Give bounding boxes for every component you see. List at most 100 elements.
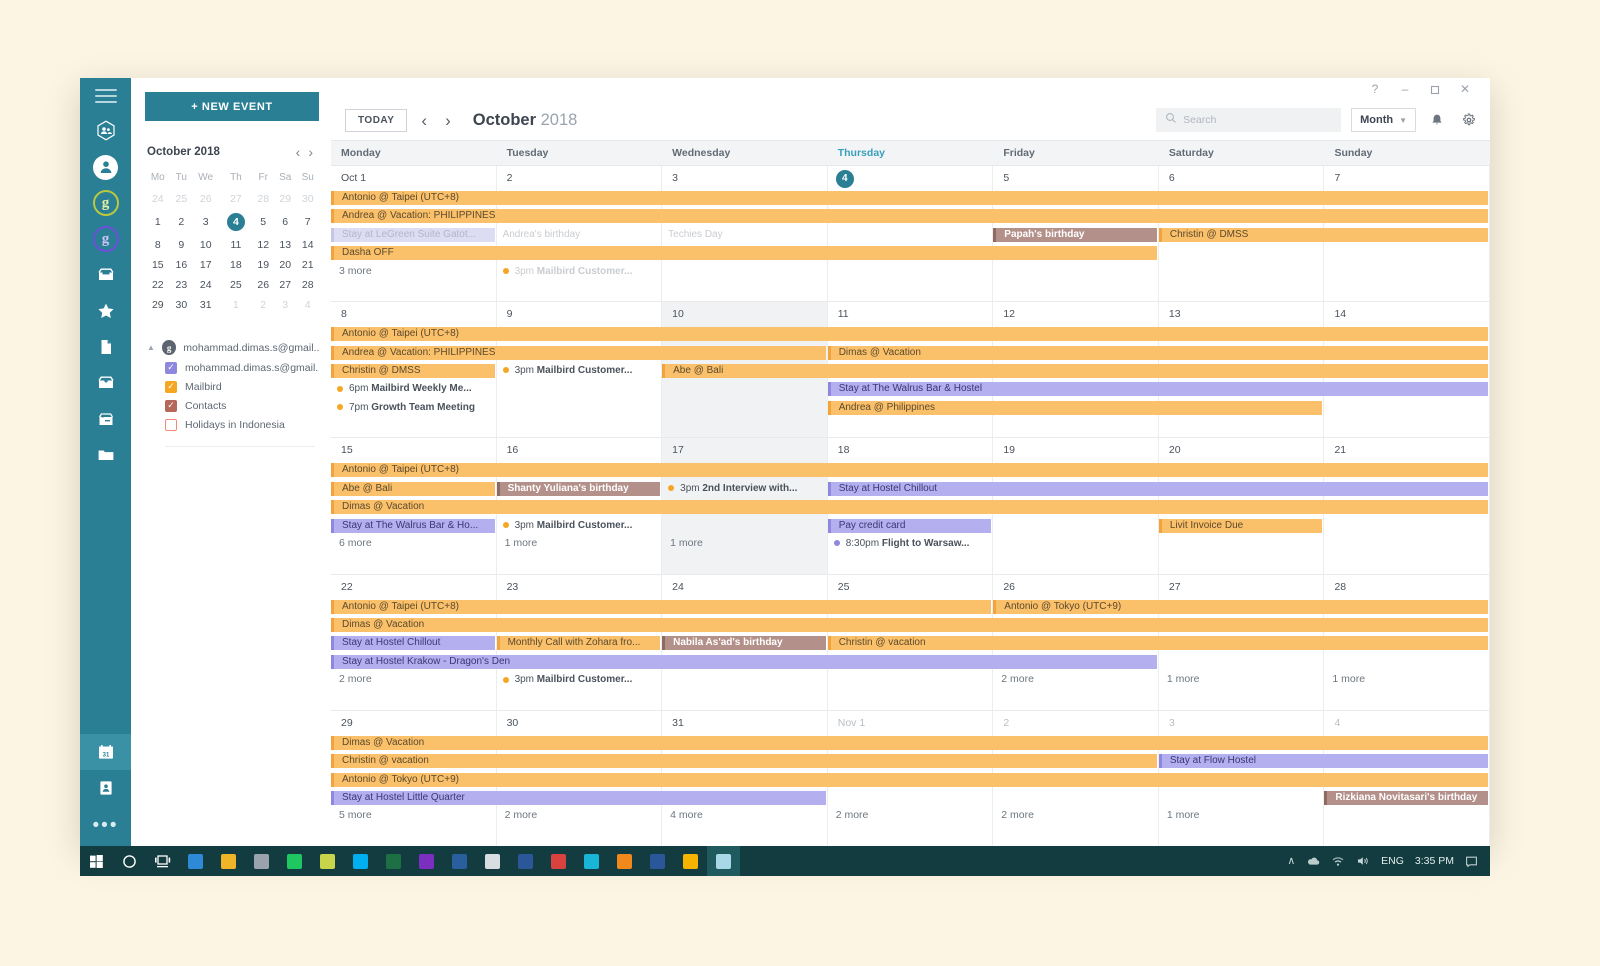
mini-calendar-day[interactable]: 30: [296, 189, 319, 209]
calendar-timed-event[interactable]: 3pm 2nd Interview with...: [662, 482, 826, 496]
more-events-link[interactable]: 2 more: [1001, 809, 1034, 821]
calendar-event[interactable]: Christin @ DMSS: [1158, 227, 1488, 242]
mini-calendar-day[interactable]: 31: [192, 295, 219, 315]
more-events-link[interactable]: 1 more: [505, 537, 538, 549]
mini-calendar-day[interactable]: 26: [252, 275, 274, 295]
calendar-event[interactable]: Livit Invoice Due: [1158, 518, 1323, 533]
today-button[interactable]: TODAY: [345, 108, 408, 132]
calendar-event[interactable]: Antonio @ Tokyo (UTC+9): [331, 772, 1488, 787]
calendar-checkbox[interactable]: ✓: [165, 380, 177, 393]
mini-calendar-day[interactable]: 11: [219, 235, 252, 255]
taskbar-language[interactable]: ENG: [1381, 855, 1404, 867]
mini-calendar-day[interactable]: 25: [219, 275, 252, 295]
mini-calendar[interactable]: Mo Tu We Th Fr Sa Su 24 25 26 27 28 29 30 1 2 3 4 5 6 7 8 9 10…: [145, 169, 319, 315]
account-avatar-icon[interactable]: [80, 149, 131, 185]
mini-calendar-day[interactable]: 2: [171, 209, 193, 235]
more-events-link[interactable]: 4 more: [670, 809, 703, 821]
rail-more-icon[interactable]: •••: [80, 806, 131, 846]
onenote-icon[interactable]: [410, 846, 443, 876]
calendar-event[interactable]: Stay at Hostel Krakow - Dragon's Den: [331, 654, 1157, 669]
onedrive-tray-icon[interactable]: [1306, 855, 1320, 867]
mini-calendar-day[interactable]: 3: [192, 209, 219, 235]
mini-calendar-day[interactable]: 9: [171, 235, 193, 255]
calendar-timed-event[interactable]: 8:30pm Flight to Warsaw...: [828, 537, 992, 551]
calendar-event[interactable]: Stay at The Walrus Bar & Hostel: [827, 382, 1488, 397]
mini-calendar-next-button[interactable]: ›: [304, 145, 317, 159]
more-events-link[interactable]: 6 more: [339, 537, 372, 549]
mini-calendar-day[interactable]: 29: [274, 189, 297, 209]
calendar-event[interactable]: Dimas @ Vacation: [331, 618, 1488, 632]
calendar-event[interactable]: Shanty Yuliana's birthday: [496, 481, 661, 496]
mini-calendar-day[interactable]: 25: [171, 189, 193, 209]
calendar-event[interactable]: Antonio @ Taipei (UTC+8): [331, 463, 1488, 478]
calendar-event[interactable]: Andrea @ Philippines: [827, 400, 1323, 415]
start-button[interactable]: [80, 846, 113, 876]
drafts-page-icon[interactable]: [80, 329, 131, 365]
calendar-event[interactable]: Monthly Call with Zohara fro...: [496, 636, 661, 651]
close-button[interactable]: ✕: [1450, 78, 1480, 100]
next-month-button[interactable]: ›: [441, 112, 455, 129]
minimize-button[interactable]: –: [1390, 78, 1420, 100]
calendar-source-row[interactable]: Holidays in Indonesia: [145, 415, 319, 434]
antivirus-icon[interactable]: [608, 846, 641, 876]
chevron-up-icon[interactable]: ▲: [147, 343, 155, 352]
mini-calendar-day[interactable]: 2: [252, 295, 274, 315]
mini-calendar-day[interactable]: 20: [274, 255, 297, 275]
mini-calendar-day[interactable]: 23: [171, 275, 193, 295]
search-input[interactable]: [1183, 114, 1333, 126]
calendar-event[interactable]: Antonio @ Tokyo (UTC+9): [993, 599, 1488, 614]
calendar-event[interactable]: Andrea's birthday: [497, 228, 661, 242]
calendar-source-row[interactable]: ✓ mohammad.dimas.s@gmail....: [145, 358, 319, 377]
inbox-icon[interactable]: [80, 257, 131, 293]
more-events-link[interactable]: 2 more: [1001, 673, 1034, 685]
previous-month-button[interactable]: ‹: [417, 112, 431, 129]
calendar-event[interactable]: Antonio @ Taipei (UTC+8): [331, 191, 1488, 205]
calendar-event[interactable]: Stay at The Walrus Bar & Ho...: [331, 518, 495, 533]
calendar-event[interactable]: Stay at LeGreen Suite Gatot...: [331, 227, 495, 242]
mini-calendar-day[interactable]: 17: [192, 255, 219, 275]
calendar-event[interactable]: Pay credit card: [827, 518, 992, 533]
mini-calendar-day[interactable]: 29: [145, 295, 171, 315]
google-account-2-icon[interactable]: g: [80, 221, 131, 257]
mini-calendar-day[interactable]: 14: [296, 235, 319, 255]
account-row[interactable]: ▲ g mohammad.dimas.s@gmail....: [145, 337, 319, 358]
calendar-event[interactable]: Stay at Hostel Little Quarter: [331, 791, 826, 805]
mini-calendar-day[interactable]: 28: [252, 189, 274, 209]
messenger-icon[interactable]: [278, 846, 311, 876]
calendar-event[interactable]: Dimas @ Vacation: [331, 500, 1488, 515]
calendar-source-row[interactable]: ✓ Contacts: [145, 396, 319, 415]
calendar-event[interactable]: Nabila As'ad's birthday: [662, 636, 826, 651]
calendar-event[interactable]: Stay at Hostel Chillout: [331, 636, 495, 651]
browser-globe-icon[interactable]: [245, 846, 278, 876]
file-explorer-icon[interactable]: [212, 846, 245, 876]
calendar-event[interactable]: Christin @ vacation: [827, 636, 1488, 651]
calendar-event[interactable]: Abe @ Bali: [662, 364, 1488, 378]
notepad-icon[interactable]: [311, 846, 344, 876]
cortana-search-icon[interactable]: [113, 846, 146, 876]
excel-icon[interactable]: [377, 846, 410, 876]
calendar-event[interactable]: Andrea @ Vacation: PHILIPPINES: [331, 209, 1488, 224]
mini-calendar-day[interactable]: 30: [171, 295, 193, 315]
calendar-checkbox[interactable]: ✓: [165, 361, 177, 374]
mini-calendar-day[interactable]: 16: [171, 255, 193, 275]
google-account-1-icon[interactable]: g: [80, 185, 131, 221]
mailbird-icon[interactable]: [707, 846, 740, 876]
contacts-book-icon[interactable]: [80, 770, 131, 806]
mini-calendar-day[interactable]: 15: [145, 255, 171, 275]
calendar-event[interactable]: Abe @ Bali: [331, 481, 495, 496]
mini-calendar-day[interactable]: 27: [219, 189, 252, 209]
calendar-event[interactable]: Antonio @ Taipei (UTC+8): [331, 327, 1488, 342]
tray-expand-chevron-icon[interactable]: ∧: [1287, 855, 1295, 867]
folder-icon[interactable]: [80, 437, 131, 473]
mini-calendar-day[interactable]: 8: [145, 235, 171, 255]
chrome-icon[interactable]: [674, 846, 707, 876]
calendar-timed-event[interactable]: 3pm Mailbird Customer...: [497, 673, 661, 687]
help-button[interactable]: ?: [1360, 78, 1390, 100]
settings-gear-icon[interactable]: [1458, 109, 1480, 131]
calendar-checkbox[interactable]: [165, 418, 177, 431]
mini-calendar-day[interactable]: 3: [274, 295, 297, 315]
mini-calendar-day[interactable]: 7: [296, 209, 319, 235]
more-events-link[interactable]: 1 more: [1167, 673, 1200, 685]
menu-hamburger-icon[interactable]: [94, 89, 117, 103]
search-box[interactable]: [1156, 108, 1342, 132]
